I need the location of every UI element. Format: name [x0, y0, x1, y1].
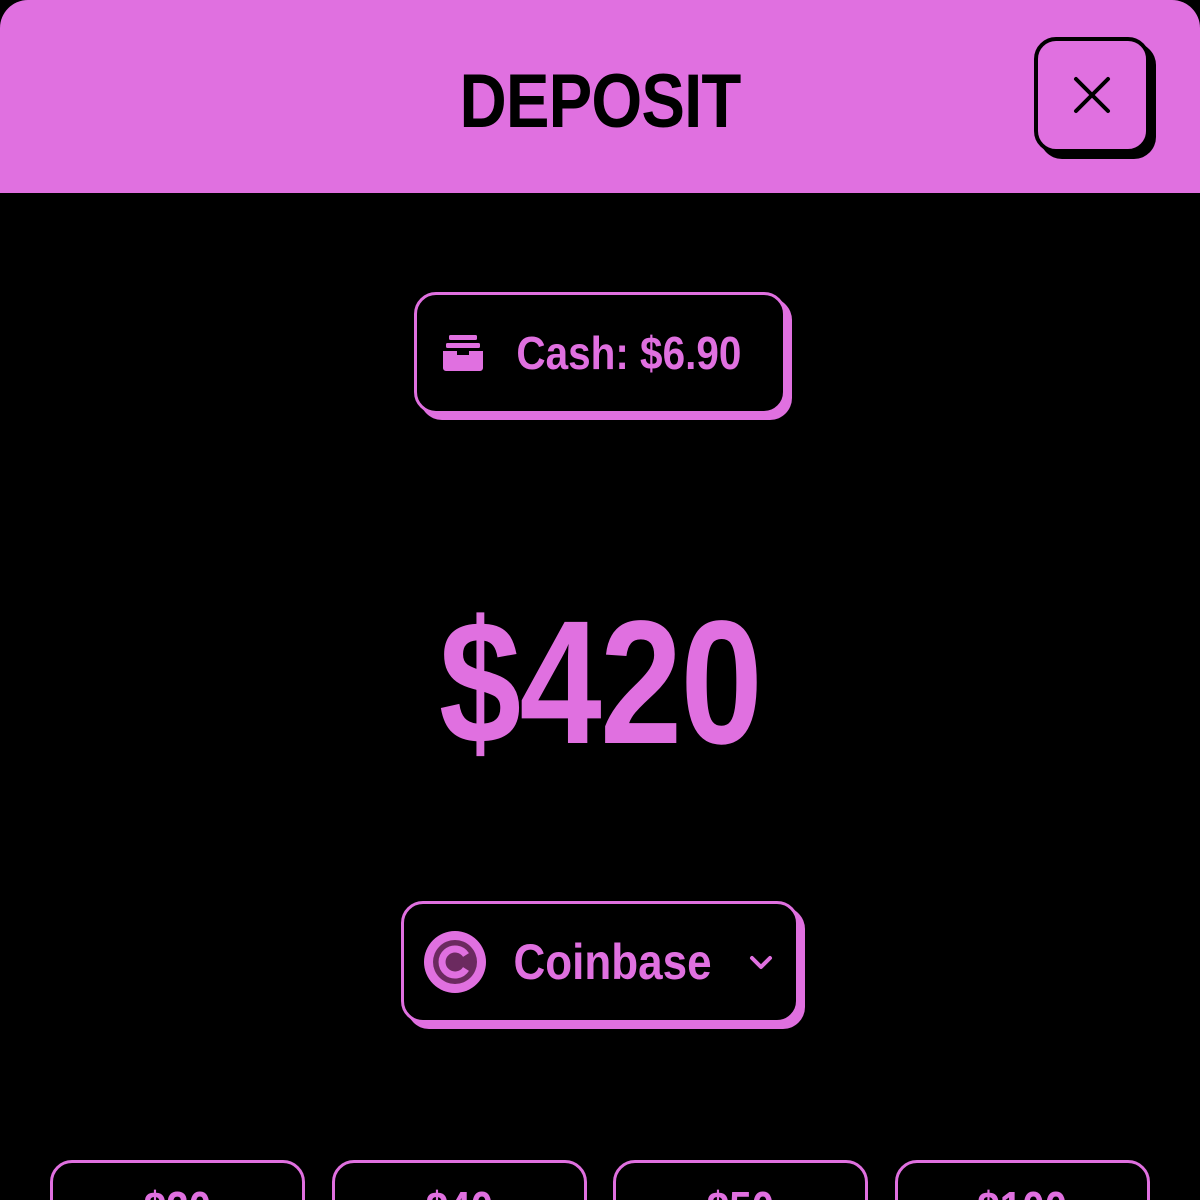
preset-amount-button[interactable]: $20: [50, 1160, 305, 1200]
deposit-amount[interactable]: $420: [96, 582, 1104, 784]
chevron-down-icon: [749, 956, 772, 969]
close-icon: [1074, 77, 1110, 113]
wallet-icon: [443, 335, 484, 371]
cash-balance-badge: Cash: $6.90: [414, 292, 786, 414]
payment-provider-select[interactable]: Coinbase: [401, 901, 799, 1023]
preset-amounts: $20 $40 $50 $100: [0, 1160, 1200, 1200]
close-button[interactable]: [1034, 37, 1150, 153]
coinbase-icon: [424, 931, 487, 993]
modal-header: DEPOSIT: [0, 0, 1200, 193]
cash-balance-text: Cash: $6.90: [516, 327, 742, 379]
preset-amount-button[interactable]: $50: [613, 1160, 868, 1200]
preset-amount-button[interactable]: $100: [895, 1160, 1150, 1200]
payment-provider-label: Coinbase: [513, 934, 713, 990]
modal-title: DEPOSIT: [459, 59, 742, 144]
preset-amount-button[interactable]: $40: [332, 1160, 587, 1200]
